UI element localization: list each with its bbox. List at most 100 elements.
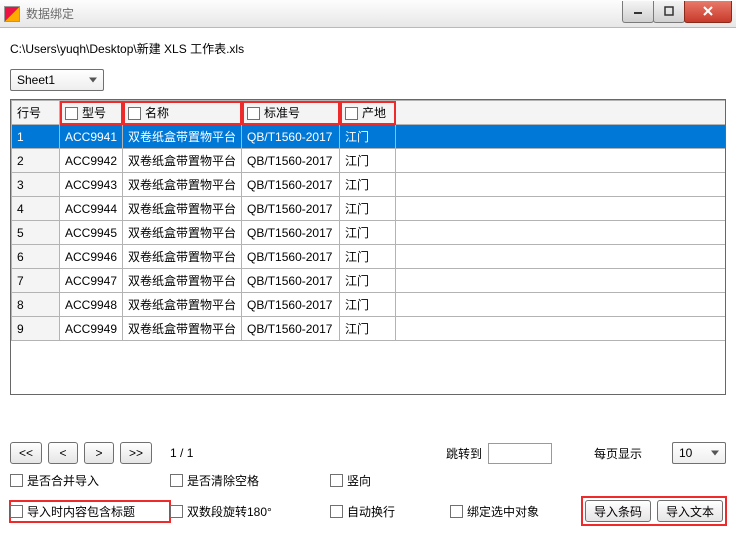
option-auto-wrap[interactable]: 自动换行	[330, 503, 395, 520]
cell-filler	[396, 125, 725, 149]
checkbox-icon	[10, 505, 23, 518]
cell-place: 江门	[340, 317, 396, 341]
next-page-button[interactable]: >	[84, 442, 114, 464]
sheet-select-value: Sheet1	[17, 73, 55, 87]
header-row: 行号 型号 名称 标准号 产地	[12, 101, 726, 125]
sheet-select[interactable]: Sheet1	[10, 69, 104, 91]
page-size-select[interactable]: 10	[672, 442, 726, 464]
checkbox-icon	[450, 505, 463, 518]
header-place[interactable]: 产地	[340, 101, 396, 125]
cell-name: 双卷纸盒带置物平台	[123, 221, 242, 245]
cell-place: 江门	[340, 293, 396, 317]
header-name[interactable]: 名称	[123, 101, 242, 125]
checkbox-icon	[170, 505, 183, 518]
checkbox-icon	[170, 474, 183, 487]
cell-model: ACC9946	[60, 245, 123, 269]
cell-filler	[396, 221, 725, 245]
table-row[interactable]: 5ACC9945双卷纸盒带置物平台QB/T1560-2017江门	[12, 221, 726, 245]
cell-rowno: 8	[12, 293, 60, 317]
cell-std: QB/T1560-2017	[242, 245, 340, 269]
cell-filler	[396, 293, 725, 317]
cell-filler	[396, 245, 725, 269]
table-row[interactable]: 4ACC9944双卷纸盒带置物平台QB/T1560-2017江门	[12, 197, 726, 221]
cell-filler	[396, 269, 725, 293]
cell-rowno: 2	[12, 149, 60, 173]
checkbox-icon[interactable]	[345, 107, 358, 120]
prev-page-button[interactable]: <	[48, 442, 78, 464]
maximize-icon	[664, 6, 674, 16]
last-page-button[interactable]: >>	[120, 442, 152, 464]
table-row[interactable]: 8ACC9948双卷纸盒带置物平台QB/T1560-2017江门	[12, 293, 726, 317]
close-button[interactable]	[684, 1, 732, 23]
cell-name: 双卷纸盒带置物平台	[123, 149, 242, 173]
option-include-header[interactable]: 导入时内容包含标题	[10, 503, 135, 520]
option-vertical[interactable]: 竖向	[330, 472, 371, 489]
checkbox-icon	[330, 505, 343, 518]
header-standard[interactable]: 标准号	[242, 101, 340, 125]
header-filler	[396, 101, 725, 125]
cell-place: 江门	[340, 221, 396, 245]
option-double-rotate[interactable]: 双数段旋转180°	[170, 503, 272, 520]
table-row[interactable]: 2ACC9942双卷纸盒带置物平台QB/T1560-2017江门	[12, 149, 726, 173]
table-row[interactable]: 9ACC9949双卷纸盒带置物平台QB/T1560-2017江门	[12, 317, 726, 341]
checkbox-icon	[330, 474, 343, 487]
file-path-label: C:\Users\yuqh\Desktop\新建 XLS 工作表.xls	[10, 40, 726, 57]
cell-model: ACC9942	[60, 149, 123, 173]
minimize-icon	[633, 6, 643, 16]
cell-std: QB/T1560-2017	[242, 221, 340, 245]
titlebar: 数据绑定	[0, 0, 736, 28]
cell-model: ACC9944	[60, 197, 123, 221]
window-controls	[623, 1, 732, 23]
cell-filler	[396, 197, 725, 221]
cell-place: 江门	[340, 125, 396, 149]
option-clear-blank[interactable]: 是否清除空格	[170, 472, 259, 489]
header-model[interactable]: 型号	[60, 101, 123, 125]
cell-std: QB/T1560-2017	[242, 293, 340, 317]
cell-model: ACC9949	[60, 317, 123, 341]
cell-std: QB/T1560-2017	[242, 173, 340, 197]
cell-rowno: 9	[12, 317, 60, 341]
table-row[interactable]: 1ACC9941双卷纸盒带置物平台QB/T1560-2017江门	[12, 125, 726, 149]
cell-place: 江门	[340, 149, 396, 173]
cell-name: 双卷纸盒带置物平台	[123, 317, 242, 341]
table-row[interactable]: 3ACC9943双卷纸盒带置物平台QB/T1560-2017江门	[12, 173, 726, 197]
cell-place: 江门	[340, 173, 396, 197]
table-row[interactable]: 7ACC9947双卷纸盒带置物平台QB/T1560-2017江门	[12, 269, 726, 293]
maximize-button[interactable]	[653, 1, 685, 23]
checkbox-icon[interactable]	[65, 107, 78, 120]
cell-model: ACC9945	[60, 221, 123, 245]
checkbox-icon[interactable]	[247, 107, 260, 120]
cell-model: ACC9943	[60, 173, 123, 197]
cell-rowno: 4	[12, 197, 60, 221]
cell-std: QB/T1560-2017	[242, 197, 340, 221]
cell-name: 双卷纸盒带置物平台	[123, 269, 242, 293]
jump-input[interactable]	[488, 443, 552, 464]
option-bind-selected[interactable]: 绑定选中对象	[450, 503, 539, 520]
import-text-button[interactable]: 导入文本	[657, 500, 723, 522]
cell-model: ACC9947	[60, 269, 123, 293]
checkbox-icon[interactable]	[128, 107, 141, 120]
minimize-button[interactable]	[622, 1, 654, 23]
import-barcode-button[interactable]: 导入条码	[585, 500, 651, 522]
option-merge-import[interactable]: 是否合并导入	[10, 472, 99, 489]
window-title: 数据绑定	[26, 5, 74, 22]
cell-name: 双卷纸盒带置物平台	[123, 173, 242, 197]
cell-std: QB/T1560-2017	[242, 269, 340, 293]
cell-rowno: 3	[12, 173, 60, 197]
cell-filler	[396, 317, 725, 341]
checkbox-icon	[10, 474, 23, 487]
cell-rowno: 5	[12, 221, 60, 245]
cell-std: QB/T1560-2017	[242, 125, 340, 149]
cell-name: 双卷纸盒带置物平台	[123, 245, 242, 269]
cell-std: QB/T1560-2017	[242, 149, 340, 173]
cell-name: 双卷纸盒带置物平台	[123, 197, 242, 221]
table-row[interactable]: 6ACC9946双卷纸盒带置物平台QB/T1560-2017江门	[12, 245, 726, 269]
data-grid: 行号 型号 名称 标准号 产地	[10, 99, 726, 395]
header-rowno[interactable]: 行号	[12, 101, 60, 125]
cell-rowno: 1	[12, 125, 60, 149]
page-size-label: 每页显示	[594, 445, 642, 462]
cell-model: ACC9948	[60, 293, 123, 317]
first-page-button[interactable]: <<	[10, 442, 42, 464]
import-buttons-group: 导入条码 导入文本	[582, 497, 726, 525]
app-icon	[4, 6, 20, 22]
